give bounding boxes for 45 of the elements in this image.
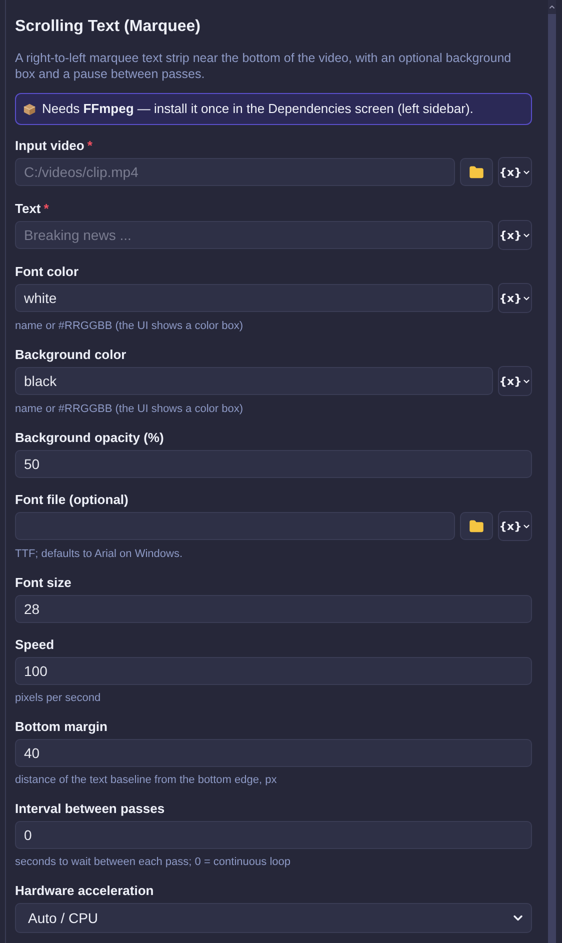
field-label: Input video [15,137,84,155]
text-input[interactable]: C:/videos/clip.mp4 [15,158,455,186]
text-input[interactable]: black [15,367,493,395]
field-hint: TTF; defaults to Arial on Windows. [15,547,184,561]
field-hint: name or #RRGGBB (the UI shows a color box) [15,319,244,333]
text-input[interactable]: 0 [15,821,532,849]
text-input[interactable]: 100 [15,657,532,685]
browse-button[interactable] [460,512,493,540]
browse-button[interactable] [460,158,493,186]
field-label: Font file (optional) [15,491,128,509]
package-icon [23,102,36,116]
field-label: Text [15,200,41,218]
field-hint: pixels per second [15,691,102,705]
field-label: Speed [15,636,54,654]
folder-icon [469,164,484,180]
field-label: Bottom margin [15,718,108,736]
field-label: Font color [15,263,79,281]
scroll-up-icon[interactable] [548,3,556,11]
field-label: Background color [15,346,126,364]
panel-title: Scrolling Text (Marquee) [15,17,202,37]
variable-menu-button[interactable]: {x} [498,157,532,187]
dropdown-select[interactable]: Auto / CPU [15,903,532,933]
variable-menu-button[interactable]: {x} [498,366,532,396]
text-input[interactable]: 40 [15,739,532,767]
required-asterisk: * [87,137,92,155]
field-hint: name or #RRGGBB (the UI shows a color box) [15,402,244,416]
variable-menu-button[interactable]: {x} [498,511,532,541]
scrollbar[interactable] [548,0,556,943]
field-label: Interval between passes [15,800,165,818]
text-input[interactable]: 28 [15,595,532,623]
variable-menu-button[interactable]: {x} [498,283,532,313]
required-asterisk: * [44,200,49,218]
field-hint: seconds to wait between each pass; 0 = continuous loop [15,855,292,869]
folder-icon [469,518,484,534]
panel-description: A right-to-left marquee text strip near the bottom of the video, with an optional background box and a pause between passes. [15,50,512,82]
field-label: Hardware acceleration [15,882,154,900]
text-input[interactable]: Breaking news ... [15,221,493,249]
field-label: Font size [15,574,72,592]
text-input[interactable]: 50 [15,450,532,478]
text-input[interactable] [15,512,455,540]
notice-text: Needs FFmpeg — install it once in the Dependencies screen (left sidebar). [42,100,474,118]
field-label: Background opacity (%) [15,429,164,447]
field-hint: distance of the text baseline from the bottom edge, px [15,773,278,787]
variable-menu-button[interactable]: {x} [498,220,532,250]
text-input[interactable]: white [15,284,493,312]
